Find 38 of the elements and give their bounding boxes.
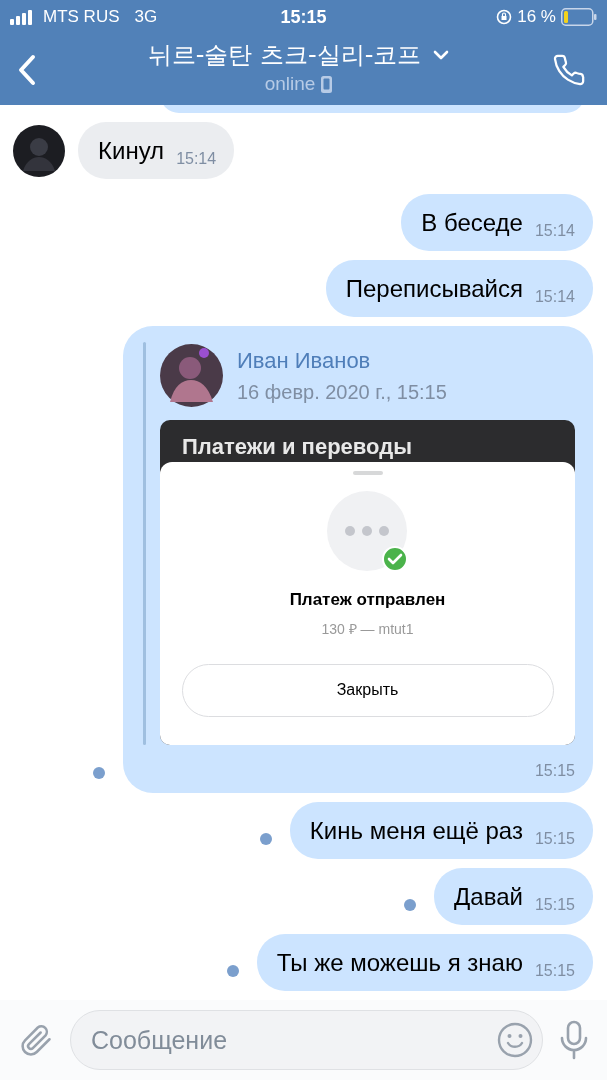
rotation-lock-icon (496, 9, 513, 25)
message-input[interactable]: Сообщение (70, 1010, 543, 1070)
phone-device-icon (321, 76, 333, 93)
message-text: Ты же можешь я знаю (276, 947, 523, 978)
microphone-button[interactable] (559, 1020, 589, 1060)
avatar[interactable] (13, 124, 65, 177)
emoji-icon[interactable] (497, 1022, 533, 1058)
battery-percent: 16 % (517, 6, 556, 29)
message-time: 15:14 (534, 221, 575, 241)
forward-date: 16 февр. 2020 г., 15:15 (237, 380, 447, 405)
message-time: 15:15 (534, 895, 575, 915)
carrier-label: MTS RUS (43, 6, 120, 29)
message-text: Кинь меня ещё раз (309, 815, 523, 846)
message-text: Давай (454, 881, 523, 912)
drag-handle[interactable] (352, 471, 383, 475)
message-time: 15:14 (534, 287, 575, 307)
message-time: 15:15 (534, 829, 575, 849)
chevron-down-icon[interactable] (433, 50, 450, 61)
payment-details: 130 ₽ — mtut1 (321, 619, 414, 639)
online-status: online (264, 72, 316, 97)
network-label: 3G (134, 6, 158, 29)
message-time: 15:15 (534, 961, 575, 981)
screenshot-title: Платежи и переводы (182, 433, 412, 461)
clock: 15:15 (280, 5, 327, 29)
payment-status: Платеж отправлен (289, 589, 446, 611)
status-icon (326, 491, 409, 573)
message-time: 15:15 (534, 761, 575, 781)
avatar[interactable] (160, 344, 223, 407)
battery-icon (561, 8, 597, 26)
message-text: Кинул (98, 135, 165, 166)
message-text: В беседе (421, 207, 523, 238)
phone-icon (552, 52, 586, 87)
message-text: Переписывайся (345, 273, 523, 304)
chat-title[interactable]: 뉘르-술탄 츠크-실리-코프 (147, 40, 422, 71)
microphone-icon (559, 1020, 589, 1060)
back-icon (18, 53, 36, 86)
message-time: 15:14 (176, 149, 217, 169)
author-name[interactable]: Иван Иванов (237, 344, 447, 377)
